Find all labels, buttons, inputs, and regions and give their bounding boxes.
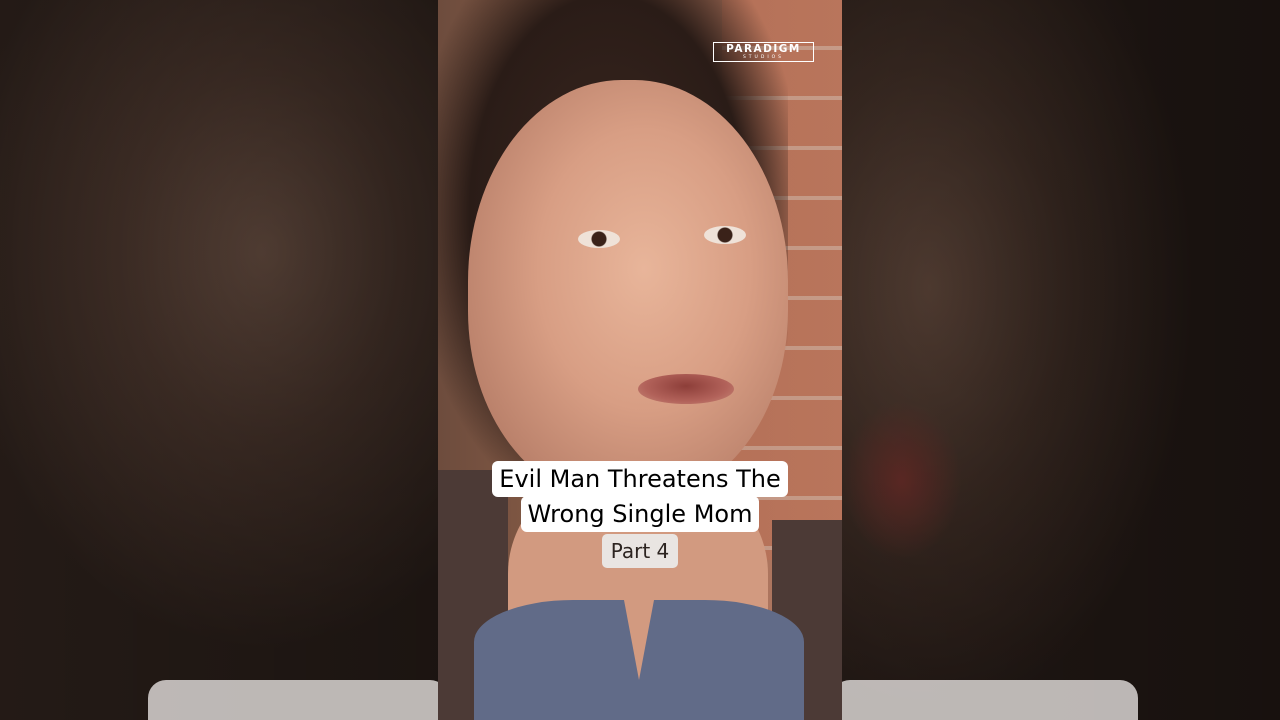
paradigm-studios-logo: PARADIGM STUDIOS	[713, 42, 814, 62]
shirt-collar	[624, 600, 654, 680]
background-shade	[842, 0, 1280, 720]
video-caption: Evil Man Threatens The Wrong Single Mom …	[438, 461, 842, 568]
blurred-caption-card	[842, 680, 1138, 720]
logo-name: PARADIGM	[726, 43, 801, 55]
blurred-caption-card	[148, 680, 438, 720]
right-eye	[704, 226, 746, 244]
video-frame[interactable]: PARADIGM STUDIOS Evil Man Threatens The …	[438, 0, 842, 720]
part-badge: Part 4	[601, 534, 679, 568]
shirt	[474, 600, 804, 720]
background-shade	[0, 0, 438, 720]
blurred-background-right	[842, 0, 1280, 720]
left-eye	[578, 230, 620, 248]
caption-line-2: Wrong Single Mom	[520, 496, 760, 532]
mouth	[638, 374, 734, 404]
caption-line-1: Evil Man Threatens The	[492, 461, 788, 497]
logo-sub: STUDIOS	[742, 55, 785, 60]
blurred-background-left	[0, 0, 438, 720]
face	[468, 80, 788, 500]
